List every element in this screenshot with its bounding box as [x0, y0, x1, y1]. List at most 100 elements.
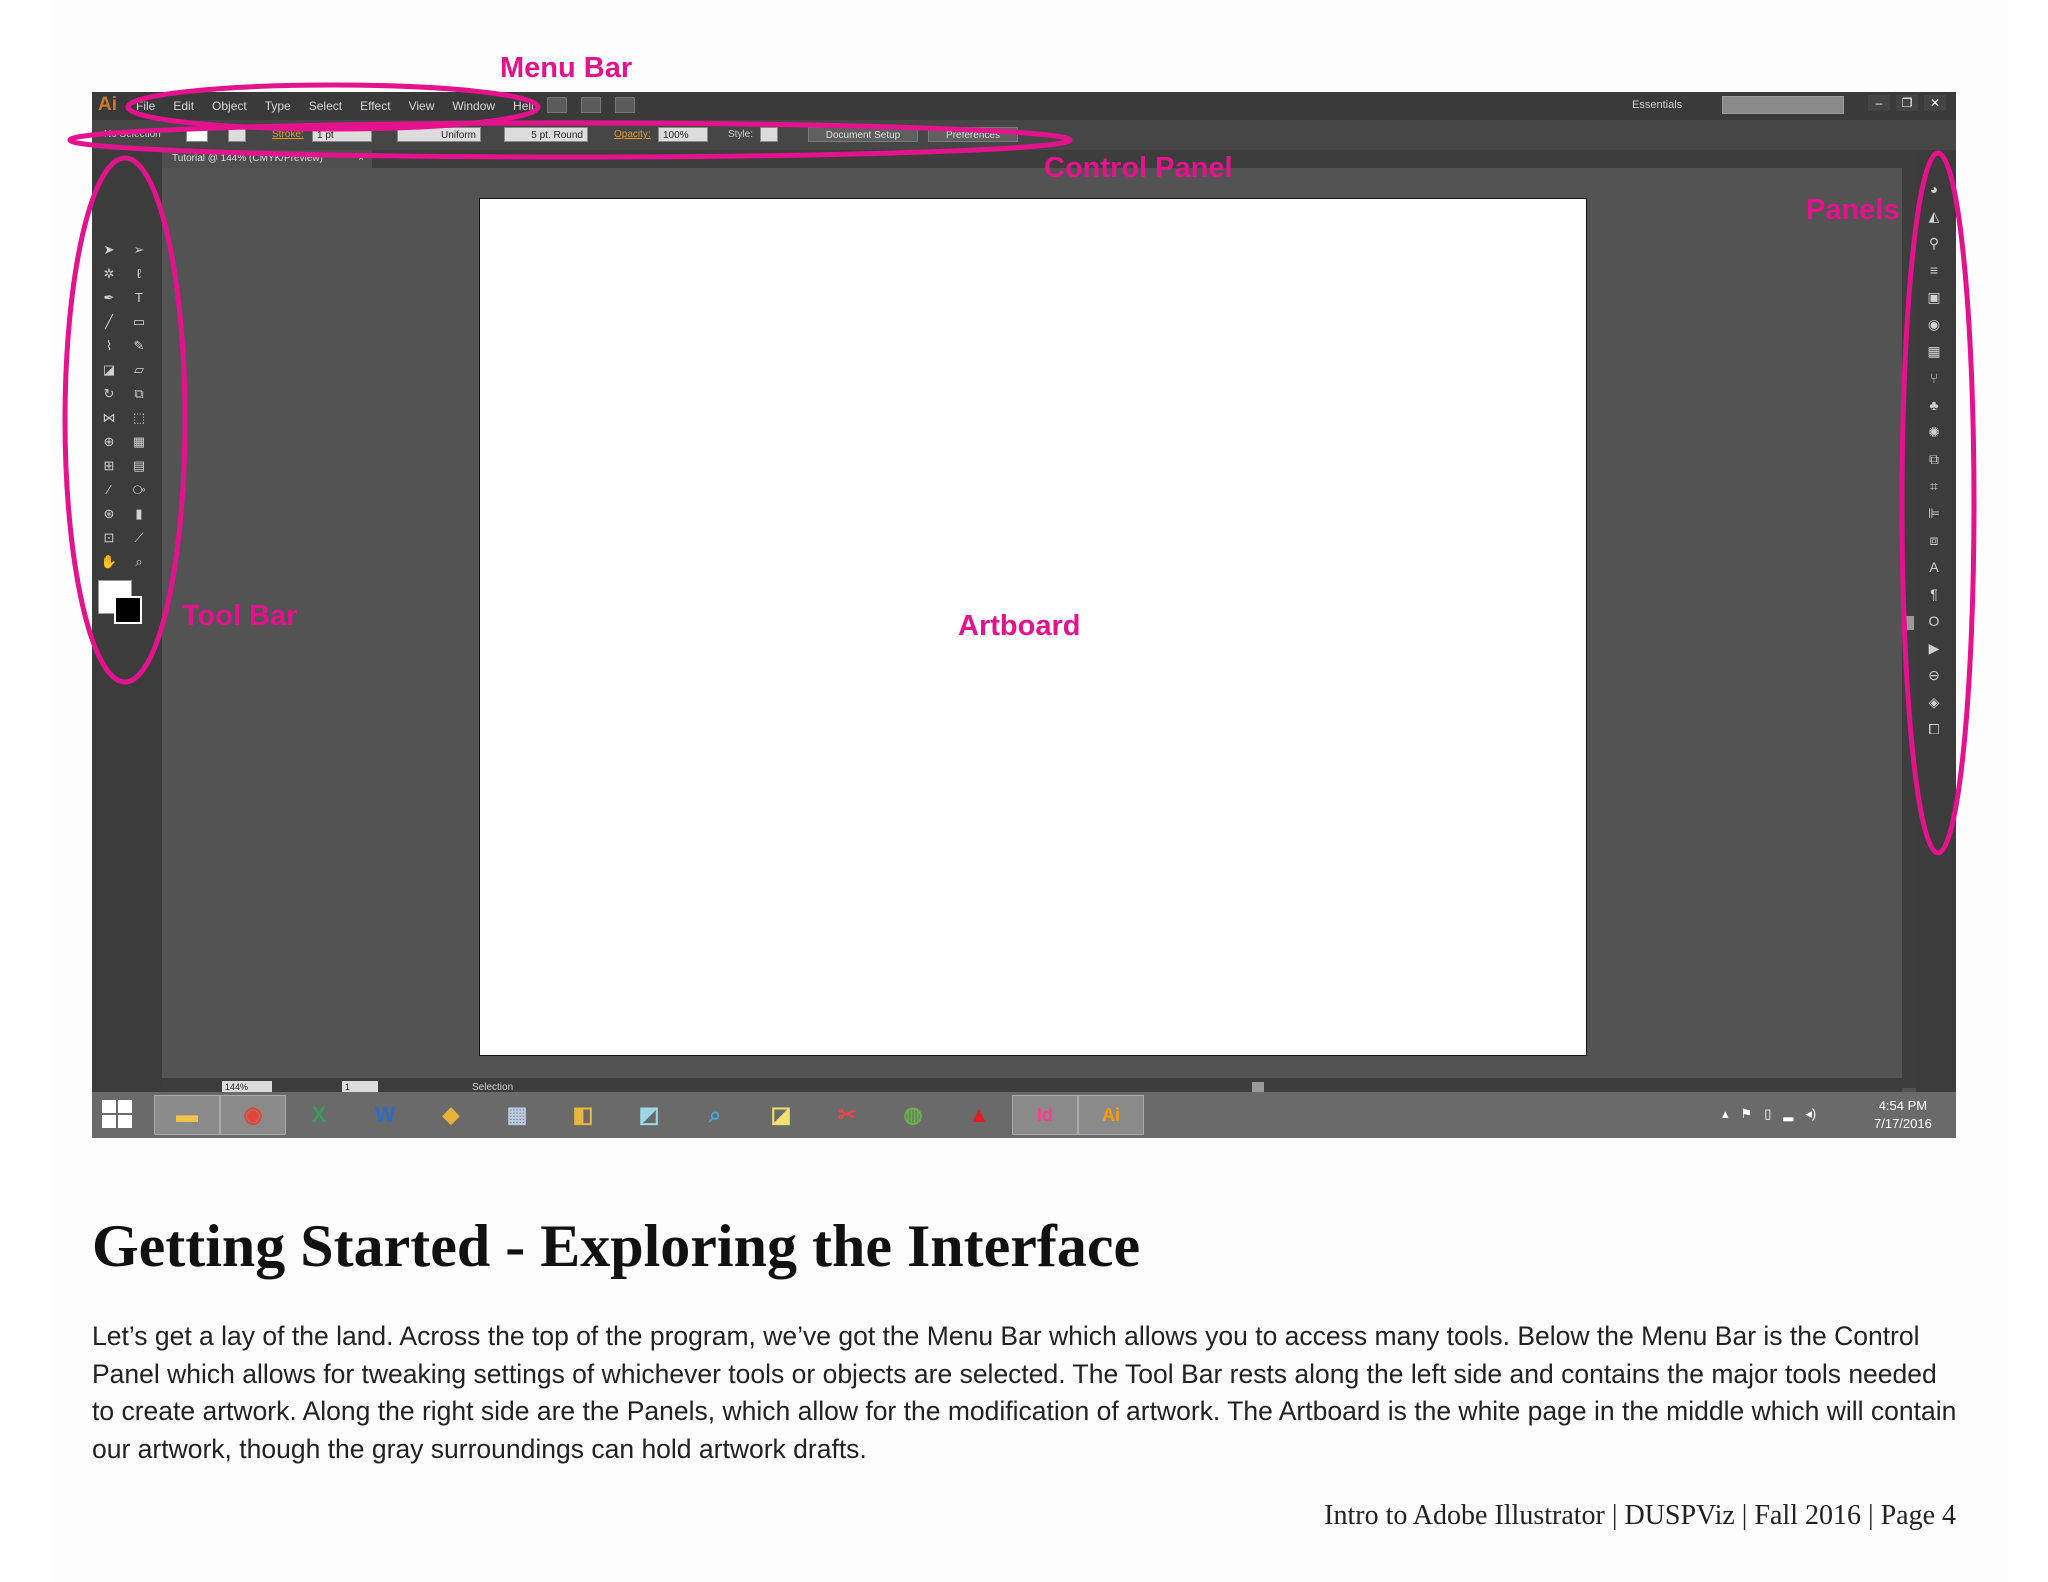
pencil-tool-icon[interactable]: ✎ [130, 338, 148, 354]
column-graph-tool-icon[interactable]: ▮ [130, 506, 148, 522]
align-panel-icon[interactable]: ⊫ [1924, 504, 1944, 522]
opentype-panel-icon[interactable]: O [1924, 612, 1944, 630]
file-explorer-icon[interactable]: ▬ [154, 1095, 220, 1135]
stroke-panel-icon[interactable]: ≡ [1924, 261, 1944, 279]
tray-expand-icon[interactable]: ▴ [1722, 1106, 1729, 1122]
slice-tool-icon[interactable]: ⟋ [130, 530, 148, 546]
arrange-documents-icon[interactable] [581, 97, 601, 113]
menu-window[interactable]: Window [452, 99, 495, 113]
chrome-icon[interactable]: ◉ [220, 1095, 286, 1135]
apps-launcher-icon[interactable]: ◆ [418, 1095, 484, 1135]
taskbar-clock[interactable]: 4:54 PM 7/17/2016 [1874, 1097, 1932, 1133]
bridge-icon[interactable] [547, 97, 567, 113]
workspace-switcher[interactable]: Essentials [1632, 99, 1682, 111]
rectangle-tool-icon[interactable]: ▭ [130, 314, 148, 330]
type-tool-icon[interactable]: T [130, 290, 148, 306]
close-icon[interactable]: ✕ [1924, 95, 1946, 111]
character-panel-icon[interactable]: A [1924, 558, 1944, 576]
swatches-panel-icon[interactable]: ⚲ [1924, 234, 1944, 252]
paragraph-panel-icon[interactable]: ¶ [1924, 585, 1944, 603]
selection-tool-icon[interactable]: ➤ [100, 242, 118, 258]
width-tool-icon[interactable]: ⋈ [100, 410, 118, 426]
lasso-tool-icon[interactable]: ℓ [130, 266, 148, 282]
menu-select[interactable]: Select [309, 99, 342, 113]
stroke-swatch[interactable] [228, 127, 246, 142]
variable-width-profile[interactable]: Uniform [397, 127, 481, 142]
battery-icon[interactable]: ▯ [1764, 1106, 1771, 1122]
appearance-panel-icon[interactable]: ✺ [1924, 423, 1944, 441]
action-center-icon[interactable]: ⚑ [1741, 1106, 1753, 1122]
notes-icon[interactable]: ◩ [616, 1095, 682, 1135]
zoom-tool-icon[interactable]: ⌕ [130, 554, 148, 570]
opacity-label[interactable]: Opacity: [614, 127, 651, 142]
snipping-tool-icon[interactable]: ✂ [814, 1095, 880, 1135]
swatch-libraries-panel-icon[interactable]: ▦ [1924, 342, 1944, 360]
hand-tool-icon[interactable]: ✋ [100, 554, 118, 570]
artboard-tool-icon[interactable]: ⊡ [100, 530, 118, 546]
perspective-grid-tool-icon[interactable]: ▦ [130, 434, 148, 450]
fill-swatch[interactable] [186, 127, 208, 142]
shape-builder-tool-icon[interactable]: ⊕ [100, 434, 118, 450]
excel-icon[interactable]: X [286, 1095, 352, 1135]
brush-definition[interactable]: 5 pt. Round [504, 127, 588, 142]
menu-edit[interactable]: Edit [173, 99, 194, 113]
artboards-panel-icon[interactable]: ⧠ [1924, 720, 1944, 738]
sync-icon[interactable] [615, 97, 635, 113]
color-guide-panel-icon[interactable]: ◭ [1924, 207, 1944, 225]
document-tab[interactable]: Tutorial @ 144% (CMYK/Preview) × [162, 150, 372, 168]
windows-start-icon[interactable] [102, 1100, 134, 1130]
eraser-tool-icon[interactable]: ▱ [130, 362, 148, 378]
blend-tool-icon[interactable]: ⧂ [130, 482, 148, 498]
search-input[interactable] [1722, 96, 1844, 114]
network-signal-icon[interactable]: ▂ [1783, 1106, 1793, 1122]
minimize-icon[interactable]: – [1868, 95, 1890, 111]
graphic-styles-panel-icon[interactable]: ⧉ [1924, 450, 1944, 468]
transparency-panel-icon[interactable]: ◉ [1924, 315, 1944, 333]
actions-panel-icon[interactable]: ▶ [1924, 639, 1944, 657]
blob-brush-tool-icon[interactable]: ◪ [100, 362, 118, 378]
paintbrush-tool-icon[interactable]: ⌇ [100, 338, 118, 354]
search-app-icon[interactable]: ⌕ [682, 1095, 748, 1135]
scale-tool-icon[interactable]: ⧉ [130, 386, 148, 402]
sticky-notes-icon[interactable]: ◪ [748, 1095, 814, 1135]
menu-effect[interactable]: Effect [360, 99, 390, 113]
stroke-color-icon[interactable] [114, 596, 142, 624]
gradient-tool-icon[interactable]: ▤ [130, 458, 148, 474]
layers-panel-icon[interactable]: ◈ [1924, 693, 1944, 711]
volume-icon[interactable]: ◂) [1805, 1106, 1816, 1122]
mesh-tool-icon[interactable]: ⊞ [100, 458, 118, 474]
tab-close-icon[interactable]: × [358, 150, 364, 168]
network-app-icon[interactable]: ◍ [880, 1095, 946, 1135]
vertical-scrollbar[interactable] [1902, 168, 1916, 1088]
restore-icon[interactable]: ❐ [1896, 95, 1918, 111]
stroke-label[interactable]: Stroke: [272, 127, 304, 142]
archive-icon[interactable]: ◧ [550, 1095, 616, 1135]
acrobat-icon[interactable]: ▲ [946, 1095, 1012, 1135]
document-setup-button[interactable]: Document Setup [808, 127, 918, 142]
eyedropper-tool-icon[interactable]: ⁄ [100, 482, 118, 498]
word-icon[interactable]: W [352, 1095, 418, 1135]
menu-type[interactable]: Type [265, 99, 291, 113]
pen-tool-icon[interactable]: ✒ [100, 290, 118, 306]
brushes-panel-icon[interactable]: ⑂ [1924, 369, 1944, 387]
links-panel-icon[interactable]: ⊖ [1924, 666, 1944, 684]
magic-wand-tool-icon[interactable]: ✲ [100, 266, 118, 282]
opacity-field[interactable]: 100% [658, 127, 708, 142]
calculator-icon[interactable]: ▦ [484, 1095, 550, 1135]
transform-panel-icon[interactable]: ⌗ [1924, 477, 1944, 495]
symbol-sprayer-tool-icon[interactable]: ⊛ [100, 506, 118, 522]
menu-help[interactable]: Help [513, 99, 538, 113]
symbols-panel-icon[interactable]: ♣ [1924, 396, 1944, 414]
pathfinder-panel-icon[interactable]: ⧈ [1924, 531, 1944, 549]
menu-file[interactable]: File [136, 99, 155, 113]
color-panel-icon[interactable]: ◕ [1924, 180, 1944, 198]
gradient-panel-icon[interactable]: ▣ [1924, 288, 1944, 306]
free-transform-tool-icon[interactable]: ⬚ [130, 410, 148, 426]
stroke-weight-field[interactable]: 1 pt [312, 127, 372, 142]
direct-selection-tool-icon[interactable]: ➢ [130, 242, 148, 258]
line-tool-icon[interactable]: ╱ [100, 314, 118, 330]
rotate-tool-icon[interactable]: ↻ [100, 386, 118, 402]
vertical-scroll-thumb[interactable] [1904, 616, 1914, 630]
indesign-icon[interactable]: Id [1012, 1095, 1078, 1135]
menu-view[interactable]: View [409, 99, 435, 113]
